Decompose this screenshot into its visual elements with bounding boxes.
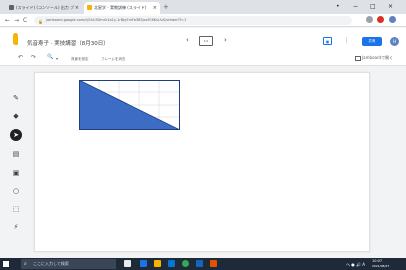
chrome-icon[interactable] [182,260,189,267]
clear-frame-button[interactable]: フレームを消去 [101,57,125,62]
next-frame-button[interactable]: › [224,36,227,44]
forward-button[interactable]: → [14,14,19,27]
browser-tab-2[interactable]: 北星学 - 実教訓練 (スライド) × [84,2,160,14]
extension-icon[interactable] [366,16,373,23]
jamboard-favicon-icon [87,5,92,10]
back-button[interactable]: ← [5,14,10,27]
search-placeholder: ここに入力して検索 [33,261,69,266]
close-tab-icon[interactable]: × [153,2,157,14]
open-jamboard-button[interactable]: Jamboardで開く [355,55,393,61]
open-jamboard-label: Jamboardで開く [362,55,394,60]
browser-tab-bar: (スライド) (コンソール) 出力 ブ × 北星学 - 実教訓練 (スライド) … [0,0,406,14]
window-menu-icon[interactable]: • [336,0,340,14]
toolbar [0,50,406,66]
close-tab-icon[interactable]: × [75,2,79,14]
tab-title: 北星学 - 実教訓練 (スライド) [94,5,147,10]
triangle-drawing[interactable] [79,80,180,130]
tab-title: (スライド) (コンソール) 出力 ブ [16,5,75,10]
document-title[interactable]: 気音寿子 · 実技講習（8月30日） [27,39,109,47]
reload-button[interactable]: C [23,14,27,27]
eraser-icon[interactable]: ◆ [10,110,22,122]
left-toolbar: ✎ ◆ ➤ ▤ ▣ ○ ⬚ ⚡ [10,92,22,242]
clock-date[interactable]: 2021/08/27 [372,264,389,269]
open-app-icon [355,55,361,61]
previous-frame-button[interactable]: ‹ [186,36,189,44]
taskbar-search[interactable]: ⌕ ここに入力して検索 [21,259,116,269]
address-row: ← → C 🔒 jamboard.google.com/d/1kU5Xm4r1a… [0,14,406,27]
new-tab-button[interactable]: + [163,2,169,13]
more-options-icon[interactable]: ⋮ [342,37,351,45]
set-background-button[interactable]: 背景を設定 [71,57,89,62]
frame-bar-button[interactable]: 1/1 [199,36,213,46]
screen: (スライド) (コンソール) 出力 ブ × 北星学 - 実教訓練 (スライド) … [0,0,406,270]
circle-icon[interactable]: ○ [10,185,22,197]
windows-start-icon[interactable] [3,261,9,267]
select-icon[interactable]: ➤ [10,129,22,141]
redo-button[interactable]: ↷ [31,54,36,61]
laser-icon[interactable]: ⚡ [10,221,22,233]
search-icon: ⌕ [24,261,27,267]
profile-icon[interactable] [389,16,396,23]
pen-icon[interactable]: ✎ [10,92,22,104]
zoom-caret-icon[interactable]: ▾ [56,56,58,61]
tab-favicon-icon [9,5,14,10]
sticky-note-icon[interactable]: ▤ [10,148,22,160]
lock-icon: 🔒 [38,19,43,24]
app-icon[interactable] [196,260,203,267]
image-icon[interactable]: ▣ [10,167,22,179]
extension-icon[interactable] [377,16,384,23]
jamboard-logo-icon [13,33,18,45]
app-icon[interactable] [210,260,217,267]
present-icon[interactable]: ▣ [323,37,332,45]
text-box-icon[interactable]: ⬚ [10,203,22,215]
task-view-icon[interactable] [124,260,131,267]
url-text: jamboard.google.com/d/1kU5Xm4r1a1y-1rBjq… [46,18,187,22]
address-bar[interactable]: 🔒 jamboard.google.com/d/1kU5Xm4r1a1y-1rB… [34,16,352,25]
file-explorer-icon[interactable] [154,260,161,267]
edge-icon[interactable] [140,260,147,267]
minimize-button[interactable]: − [353,0,358,14]
close-window-button[interactable]: × [388,0,393,14]
system-tray[interactable]: へ ● 🔊 A [346,259,365,270]
undo-button[interactable]: ↶ [18,54,23,61]
share-label: 共有 [368,39,376,43]
maximize-button[interactable]: □ [370,0,376,14]
avatar[interactable]: H [390,37,399,46]
zoom-icon[interactable]: 🔍 [47,54,53,60]
browser-tab-1[interactable]: (スライド) (コンソール) 出力 ブ × [6,2,82,14]
store-icon[interactable] [168,260,175,267]
share-button[interactable]: 共有 [362,37,382,46]
